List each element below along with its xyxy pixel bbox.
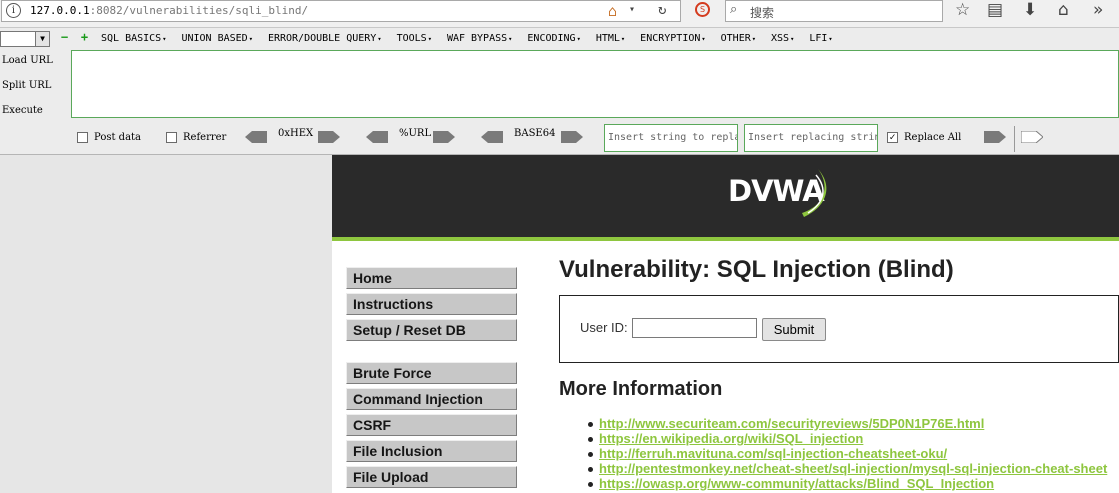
chevron-down-icon: ▼ bbox=[35, 32, 49, 46]
list-item: https://owasp.org/www-community/attacks/… bbox=[583, 476, 1107, 491]
hackbar: ▼ − + SQL BASICS UNION BASED ERROR/DOUBL… bbox=[0, 28, 1119, 155]
download-icon[interactable]: ⬇ bbox=[1023, 0, 1037, 20]
site-info-icon[interactable]: i bbox=[6, 3, 21, 18]
overflow-menu-icon[interactable]: » bbox=[1093, 0, 1103, 20]
reference-link[interactable]: http://www.securiteam.com/securityreview… bbox=[599, 416, 984, 431]
menu-csrf[interactable]: CSRF bbox=[346, 414, 517, 436]
reload-icon[interactable]: ↻ bbox=[658, 2, 666, 18]
replace-next-arrow-icon[interactable] bbox=[1021, 131, 1043, 143]
dvwa-header: DVWA bbox=[332, 155, 1119, 237]
bookmark-star-icon[interactable]: ☆ bbox=[955, 0, 970, 20]
reference-link[interactable]: https://en.wikipedia.org/wiki/SQL_inject… bbox=[599, 431, 863, 446]
dropdown-arrow-icon[interactable]: ▾ bbox=[629, 4, 635, 15]
replace-arrow-icon[interactable] bbox=[984, 131, 1006, 143]
reference-link[interactable]: http://pentestmonkey.net/cheat-sheet/sql… bbox=[599, 461, 1107, 476]
submit-button[interactable]: Submit bbox=[762, 318, 826, 341]
list-item: http://www.securiteam.com/securityreview… bbox=[583, 416, 1107, 431]
url-encode-arrow-icon[interactable] bbox=[433, 131, 455, 143]
post-data-checkbox[interactable] bbox=[77, 132, 88, 143]
search-placeholder: 搜索 bbox=[750, 6, 775, 20]
url-label: %URL bbox=[399, 128, 432, 139]
menu-command-injection[interactable]: Command Injection bbox=[346, 388, 517, 410]
replace-all-checkbox[interactable]: ✓ bbox=[887, 132, 898, 143]
base64-label: BASE64 bbox=[514, 128, 556, 139]
menu-sql-basics[interactable]: SQL BASICS bbox=[101, 33, 166, 44]
search-field[interactable]: ⌕ 搜索 bbox=[725, 0, 943, 22]
menu-brute-force[interactable]: Brute Force bbox=[346, 362, 517, 384]
menu-file-upload[interactable]: File Upload bbox=[346, 466, 517, 488]
userid-label: User ID: bbox=[580, 320, 628, 335]
menu-xss[interactable]: XSS bbox=[771, 33, 794, 44]
hex-encode-arrow-icon[interactable] bbox=[318, 131, 340, 143]
hex-label: 0xHEX bbox=[278, 128, 314, 139]
reference-link[interactable]: http://ferruh.mavituna.com/sql-injection… bbox=[599, 446, 947, 461]
url-path: :8082/vulnerabilities/sqli_blind/ bbox=[89, 4, 309, 17]
menu-file-inclusion[interactable]: File Inclusion bbox=[346, 440, 517, 462]
page-title: Vulnerability: SQL Injection (Blind) bbox=[559, 256, 954, 283]
menu-encoding[interactable]: ENCODING bbox=[527, 33, 580, 44]
search-icon: ⌕ bbox=[730, 2, 738, 17]
reference-link[interactable]: https://owasp.org/www-community/attacks/… bbox=[599, 476, 994, 491]
hackbar-select[interactable]: ▼ bbox=[0, 31, 50, 47]
hackbar-url-textarea[interactable] bbox=[71, 50, 1119, 118]
menu-error-double-query[interactable]: ERROR/DOUBLE QUERY bbox=[268, 33, 382, 44]
list-item: http://pentestmonkey.net/cheat-sheet/sql… bbox=[583, 461, 1107, 476]
left-gutter bbox=[0, 155, 332, 493]
url-field[interactable]: i 127.0.0.1:8082/vulnerabilities/sqli_bl… bbox=[1, 0, 681, 22]
hex-decode-arrow-icon[interactable] bbox=[245, 131, 267, 143]
plus-icon[interactable]: + bbox=[79, 31, 90, 43]
execute-button[interactable]: Execute bbox=[2, 105, 43, 116]
hackbar-separator bbox=[1014, 126, 1015, 152]
split-url-button[interactable]: Split URL bbox=[2, 80, 51, 91]
home-button-icon[interactable]: ⌂ bbox=[1058, 0, 1069, 20]
noscript-icon[interactable]: S bbox=[695, 2, 710, 17]
more-info-links: http://www.securiteam.com/securityreview… bbox=[583, 416, 1107, 491]
menu-other[interactable]: OTHER bbox=[721, 33, 756, 44]
base64-decode-arrow-icon[interactable] bbox=[481, 131, 503, 143]
hackbar-menu: SQL BASICS UNION BASED ERROR/DOUBLE QUER… bbox=[101, 33, 842, 44]
reading-list-icon[interactable]: ▤ bbox=[987, 0, 1003, 20]
post-data-label: Post data bbox=[94, 132, 142, 143]
menu-html[interactable]: HTML bbox=[596, 33, 625, 44]
home-icon[interactable]: ⌂ bbox=[608, 2, 617, 20]
userid-form: User ID: Submit bbox=[559, 295, 1119, 363]
menu-lfi[interactable]: LFI bbox=[809, 33, 832, 44]
userid-input[interactable] bbox=[632, 318, 757, 338]
more-info-title: More Information bbox=[559, 378, 723, 400]
load-url-button[interactable]: Load URL bbox=[2, 55, 53, 66]
menu-encryption[interactable]: ENCRYPTION bbox=[640, 33, 705, 44]
list-item: https://en.wikipedia.org/wiki/SQL_inject… bbox=[583, 431, 1107, 446]
base64-encode-arrow-icon[interactable] bbox=[561, 131, 583, 143]
dvwa-swoosh-icon bbox=[802, 169, 827, 217]
referrer-checkbox[interactable] bbox=[166, 132, 177, 143]
menu-tools[interactable]: TOOLS bbox=[397, 33, 432, 44]
menu-home[interactable]: Home bbox=[346, 267, 517, 289]
insert-string-input[interactable]: Insert string to replace bbox=[604, 124, 738, 152]
insert-replacing-input[interactable]: Insert replacing string bbox=[744, 124, 878, 152]
browser-toolbar: i 127.0.0.1:8082/vulnerabilities/sqli_bl… bbox=[0, 0, 1119, 28]
referrer-label: Referrer bbox=[183, 132, 227, 143]
menu-waf-bypass[interactable]: WAF BYPASS bbox=[447, 33, 512, 44]
menu-union-based[interactable]: UNION BASED bbox=[181, 33, 252, 44]
minus-icon[interactable]: − bbox=[59, 31, 70, 43]
url-host: 127.0.0.1 bbox=[30, 4, 90, 17]
url-decode-arrow-icon[interactable] bbox=[366, 131, 388, 143]
menu-instructions[interactable]: Instructions bbox=[346, 293, 517, 315]
replace-all-label: Replace All bbox=[904, 132, 962, 143]
menu-setup-reset-db[interactable]: Setup / Reset DB bbox=[346, 319, 517, 341]
list-item: http://ferruh.mavituna.com/sql-injection… bbox=[583, 446, 1107, 461]
